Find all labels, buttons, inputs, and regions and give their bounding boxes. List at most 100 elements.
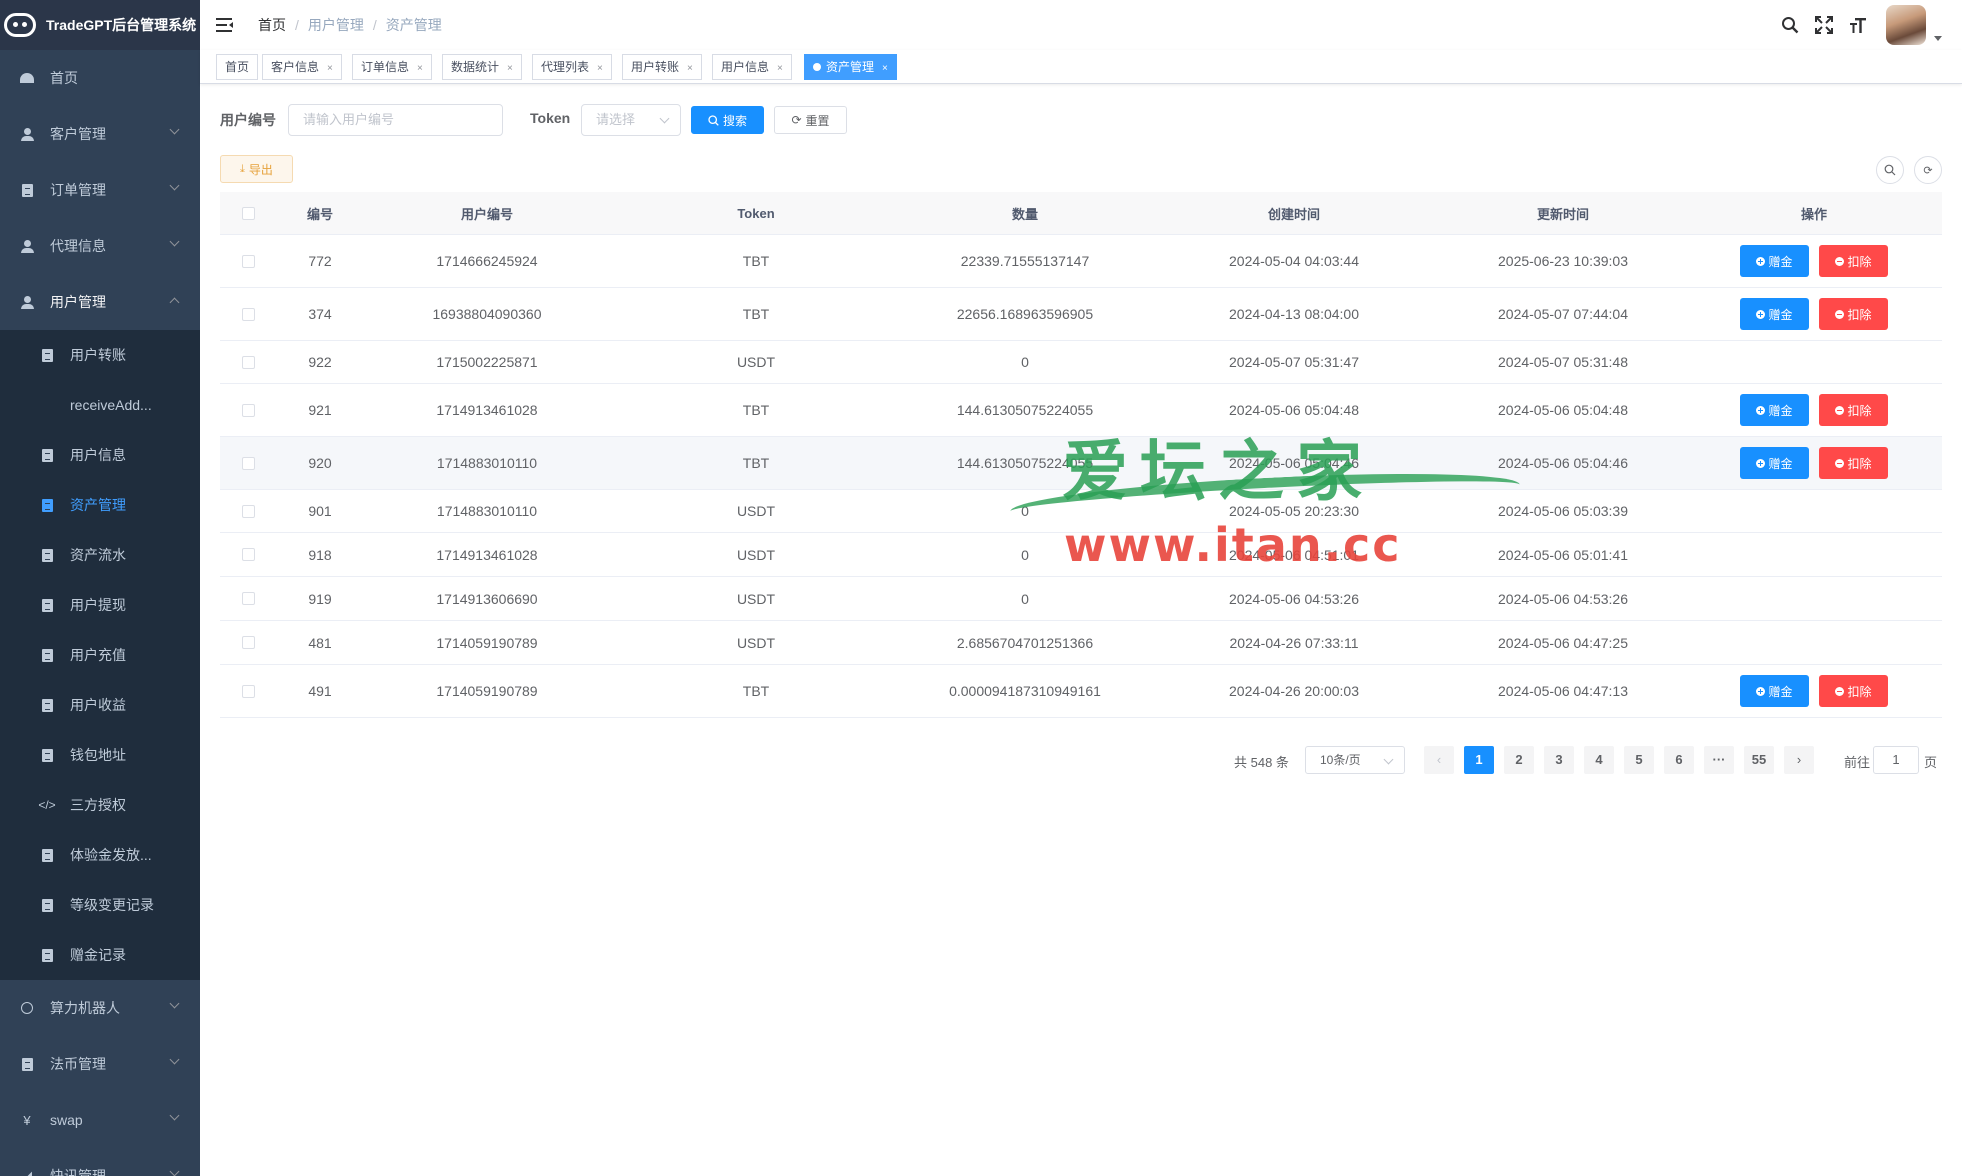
deduct-button[interactable]: 扣除 [1819,245,1888,277]
close-icon[interactable]: × [417,63,423,74]
sidebar-item-swap[interactable]: ¥ swap [0,1092,200,1148]
sidebar-item-agents[interactable]: 代理信息 [0,218,200,274]
document-icon [40,548,54,562]
sidebar-item-fiat[interactable]: 法币管理 [0,1036,200,1092]
breadcrumb-current: 资产管理 [385,17,442,33]
sidebar-subitem-asset-management[interactable]: 资产管理 [0,480,200,530]
sidebar-subitem-user-info[interactable]: 用户信息 [0,430,200,480]
row-checkbox[interactable] [241,548,255,561]
row-checkbox[interactable] [241,504,255,518]
sidebar-subitem-withdraw[interactable]: 用户提现 [0,580,200,630]
close-icon[interactable]: × [777,63,783,74]
sidebar-item-users[interactable]: 用户管理 [0,274,200,330]
app-logo[interactable]: TradeGPT后台管理系统 [0,0,200,50]
token-select[interactable]: 请选择 [581,104,681,136]
page-number-button[interactable]: 55 [1744,746,1774,774]
user-avatar[interactable] [1886,5,1926,45]
deduct-button[interactable]: 扣除 [1819,447,1888,479]
gift-button[interactable]: 赠金 [1740,447,1809,479]
select-all-checkbox[interactable] [241,206,255,220]
page-number-button[interactable]: 2 [1504,746,1534,774]
sidebar-subitem-recharge[interactable]: 用户充值 [0,630,200,680]
search-icon [708,114,719,126]
goto-page-input[interactable]: 1 [1873,746,1919,774]
tag-agent-list[interactable]: 代理列表 × [532,54,612,80]
cell-id: 481 [308,634,332,651]
search-icon[interactable] [1780,15,1800,35]
page-number-button[interactable]: 3 [1544,746,1574,774]
sidebar-subitem-earnings[interactable]: 用户收益 [0,680,200,730]
sidebar-subitem-label: 赠金记录 [70,947,126,963]
gift-button-label: 赠金 [1768,307,1793,322]
toggle-search-button[interactable] [1876,156,1904,184]
hamburger-icon[interactable] [216,17,236,33]
row-checkbox[interactable] [241,636,255,649]
tag-user-info[interactable]: 用户信息 × [712,54,792,80]
search-button[interactable]: 搜索 [691,106,764,134]
next-page-button[interactable]: › [1784,746,1814,774]
page-number-button[interactable]: 1 [1464,746,1494,774]
tag-customer-info[interactable]: 客户信息 × [262,54,342,80]
tag-home[interactable]: 首页 [216,54,259,80]
tag-statistics[interactable]: 数据统计 × [442,54,522,80]
row-checkbox[interactable] [241,684,255,698]
page-number-button[interactable]: 6 [1664,746,1694,774]
page-size-select[interactable]: 10条/页 [1305,746,1405,774]
deduct-button[interactable]: 扣除 [1819,298,1888,330]
sidebar-subitem-trial-funds[interactable]: 体验金发放... [0,830,200,880]
row-checkbox[interactable] [241,403,255,417]
prev-page-button[interactable]: ‹ [1424,746,1454,774]
row-checkbox[interactable] [241,456,255,470]
row-checkbox[interactable] [241,355,255,369]
goto-label: 前往 [1844,755,1871,770]
cell-amount: 0.000094187310949161 [949,683,1101,699]
sidebar-item-home[interactable]: 首页 [0,50,200,106]
plus-circle-icon [1756,256,1766,266]
font-size-icon[interactable] [1848,15,1868,35]
close-icon[interactable]: × [327,63,333,74]
deduct-button[interactable]: 扣除 [1819,675,1888,707]
close-icon[interactable]: × [687,63,693,74]
close-icon[interactable]: × [882,63,888,74]
chevron-up-icon [169,297,180,308]
sidebar-subitem-asset-flow[interactable]: 资产流水 [0,530,200,580]
gift-button[interactable]: 赠金 [1740,675,1809,707]
sidebar-item-robots[interactable]: 算力机器人 [0,980,200,1036]
deduct-button[interactable]: 扣除 [1819,394,1888,426]
gift-button[interactable]: 赠金 [1740,298,1809,330]
sidebar-subitem-bonus-records[interactable]: 赠金记录 [0,930,200,980]
tag-asset-management[interactable]: 资产管理 × [804,54,897,80]
row-checkbox[interactable] [241,307,255,321]
chevron-down-icon [169,1054,180,1065]
page-number-button[interactable]: 4 [1584,746,1614,774]
more-pages-button[interactable]: ··· [1704,746,1734,774]
sidebar-subitem-receive-address[interactable]: receiveAdd... [0,380,200,430]
reset-button[interactable]: ⟳ 重置 [774,106,847,134]
page-number-button[interactable]: 5 [1624,746,1654,774]
close-icon[interactable]: × [597,63,603,74]
user-id-input[interactable]: 请输入用户编号 [288,104,503,136]
export-button[interactable]: ⤓ 导出 [220,155,293,183]
row-checkbox[interactable] [241,254,255,268]
header-created: 创建时间 [1267,206,1320,222]
sidebar-subitem-third-party-auth[interactable]: </> 三方授权 [0,780,200,830]
cell-token: USDT [736,634,776,651]
sidebar-subitem-user-transfer[interactable]: 用户转账 [0,330,200,380]
sidebar-subitem-level-changes[interactable]: 等级变更记录 [0,880,200,930]
fullscreen-icon[interactable] [1814,15,1834,35]
tag-order-info[interactable]: 订单信息 × [352,54,432,80]
gift-button[interactable]: 赠金 [1740,394,1809,426]
refresh-table-button[interactable]: ⟳ [1914,156,1942,184]
cell-amount: 22339.71555137147 [960,253,1090,269]
sidebar-item-orders[interactable]: 订单管理 [0,162,200,218]
caret-down-icon[interactable] [1934,35,1942,41]
tag-user-transfer[interactable]: 用户转账 × [622,54,702,80]
gift-button[interactable]: 赠金 [1740,245,1809,277]
close-icon[interactable]: × [507,63,513,74]
document-icon [40,948,54,962]
sidebar-item-customers[interactable]: 客户管理 [0,106,200,162]
sidebar-item-news[interactable]: ◢ 快讯管理 [0,1148,200,1176]
row-checkbox[interactable] [241,592,255,605]
breadcrumb-home[interactable]: 首页 [258,15,286,35]
header-updated: 更新时间 [1536,206,1589,222]
